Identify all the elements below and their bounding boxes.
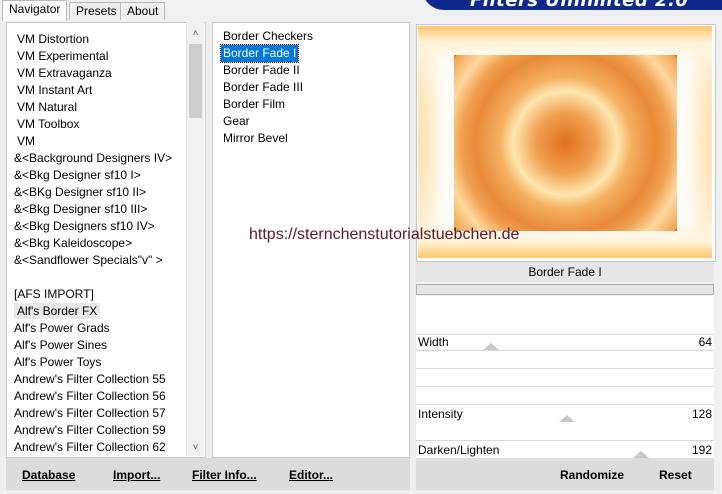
progress-bar [416,284,714,295]
category-item[interactable]: VM [17,133,35,149]
reset-button[interactable]: Reset [659,468,692,482]
category-item[interactable]: &<Bkg Designer sf10 I> [14,167,141,183]
category-item[interactable]: Andrew's Filter Collection 57 [14,405,166,421]
category-item[interactable]: Andrew's Filter Collection 59 [14,422,166,438]
filter-info-button[interactable]: Filter Info... [192,468,257,482]
filter-item[interactable]: Border Film [221,96,287,113]
param-value: 192 [691,443,712,457]
category-item[interactable]: Andrew's Filter Collection 62 [14,439,166,455]
category-list[interactable]: VM Distortion VM Experimental VM Extravaga… [6,22,206,458]
filter-item[interactable]: Border Fade II [221,62,302,79]
category-item[interactable]: Alf's Power Sines [14,337,107,353]
category-item[interactable]: VM Extravaganza [17,65,112,81]
filter-item[interactable]: Border Fade I [219,44,300,63]
category-item[interactable]: Andrew's Filter Collection 56 [14,388,166,404]
category-item[interactable]: &<Bkg Designers sf10 IV> [14,218,155,234]
param-label: Intensity [418,407,463,421]
param-label: Width [418,335,449,349]
import-button[interactable]: Import... [113,468,160,482]
watermark-text: https://sternchenstutorialstuebchen.de [249,226,520,243]
filter-item[interactable]: Gear [221,113,252,130]
tab-presets[interactable]: Presets [69,2,124,20]
database-button[interactable]: Database [22,468,75,482]
category-item[interactable]: &<Sandflower Specials"v" > [14,252,163,268]
param-darken-lighten[interactable]: Darken/Lighten 192 [416,442,714,459]
app-title: Filters Unlimited 2.0 [470,0,688,10]
param-intensity[interactable]: Intensity 128 [416,406,714,423]
category-item[interactable]: &<BKg Designer sf10 II> [14,184,146,200]
slider-track [416,404,714,405]
slider-track [416,350,714,351]
filter-name-label: Border Fade I [416,262,714,282]
app-banner: Filters Unlimited 2.0 [422,0,722,10]
category-item[interactable]: VM Toolbox [17,116,79,132]
category-item[interactable]: VM Instant Art [17,82,92,98]
scrollbar-thumb[interactable] [189,44,202,118]
slider-track [416,440,714,441]
category-item[interactable]: Alf's Power Toys [14,354,101,370]
filter-item[interactable]: Border Fade III [221,79,305,96]
editor-button[interactable]: Editor... [289,468,333,482]
category-item[interactable]: [AFS IMPORT] [14,286,94,302]
filter-item[interactable]: Border Checkers [221,28,315,45]
randomize-button[interactable]: Randomize [560,468,624,482]
category-item[interactable]: &<Bkg Designer sf10 III> [14,201,147,217]
category-item[interactable]: Andrew's Filter Collection 55 [14,371,166,387]
param-label: Darken/Lighten [418,443,500,457]
param-value: 128 [691,407,712,421]
category-item[interactable]: VM Natural [17,99,77,115]
preview-image [454,55,677,231]
slider-track [416,386,714,387]
category-item[interactable]: &<Bkg Kaleidoscope> [14,235,132,251]
filter-item[interactable]: Mirror Bevel [221,130,290,147]
chevron-up-icon[interactable]: ˄ [187,26,204,42]
parameter-panel [416,296,714,458]
category-item[interactable]: VM Distortion [17,31,89,47]
category-item[interactable]: Alf's Border FX [14,303,101,319]
category-scrollbar[interactable]: ˄ ˅ [186,22,204,456]
chevron-down-icon[interactable]: ˅ [187,440,204,456]
tab-bar: Navigator Presets About [0,0,420,21]
tab-navigator[interactable]: Navigator [2,0,68,21]
param-value: 64 [698,335,712,349]
tab-about[interactable]: About [120,2,166,20]
param-width[interactable]: Width 64 [416,334,714,351]
category-item[interactable]: &<Background Designers IV> [14,150,172,166]
category-item[interactable]: VM Experimental [17,48,108,64]
slider-track [416,368,714,369]
category-item[interactable]: Alf's Power Grads [14,320,110,336]
